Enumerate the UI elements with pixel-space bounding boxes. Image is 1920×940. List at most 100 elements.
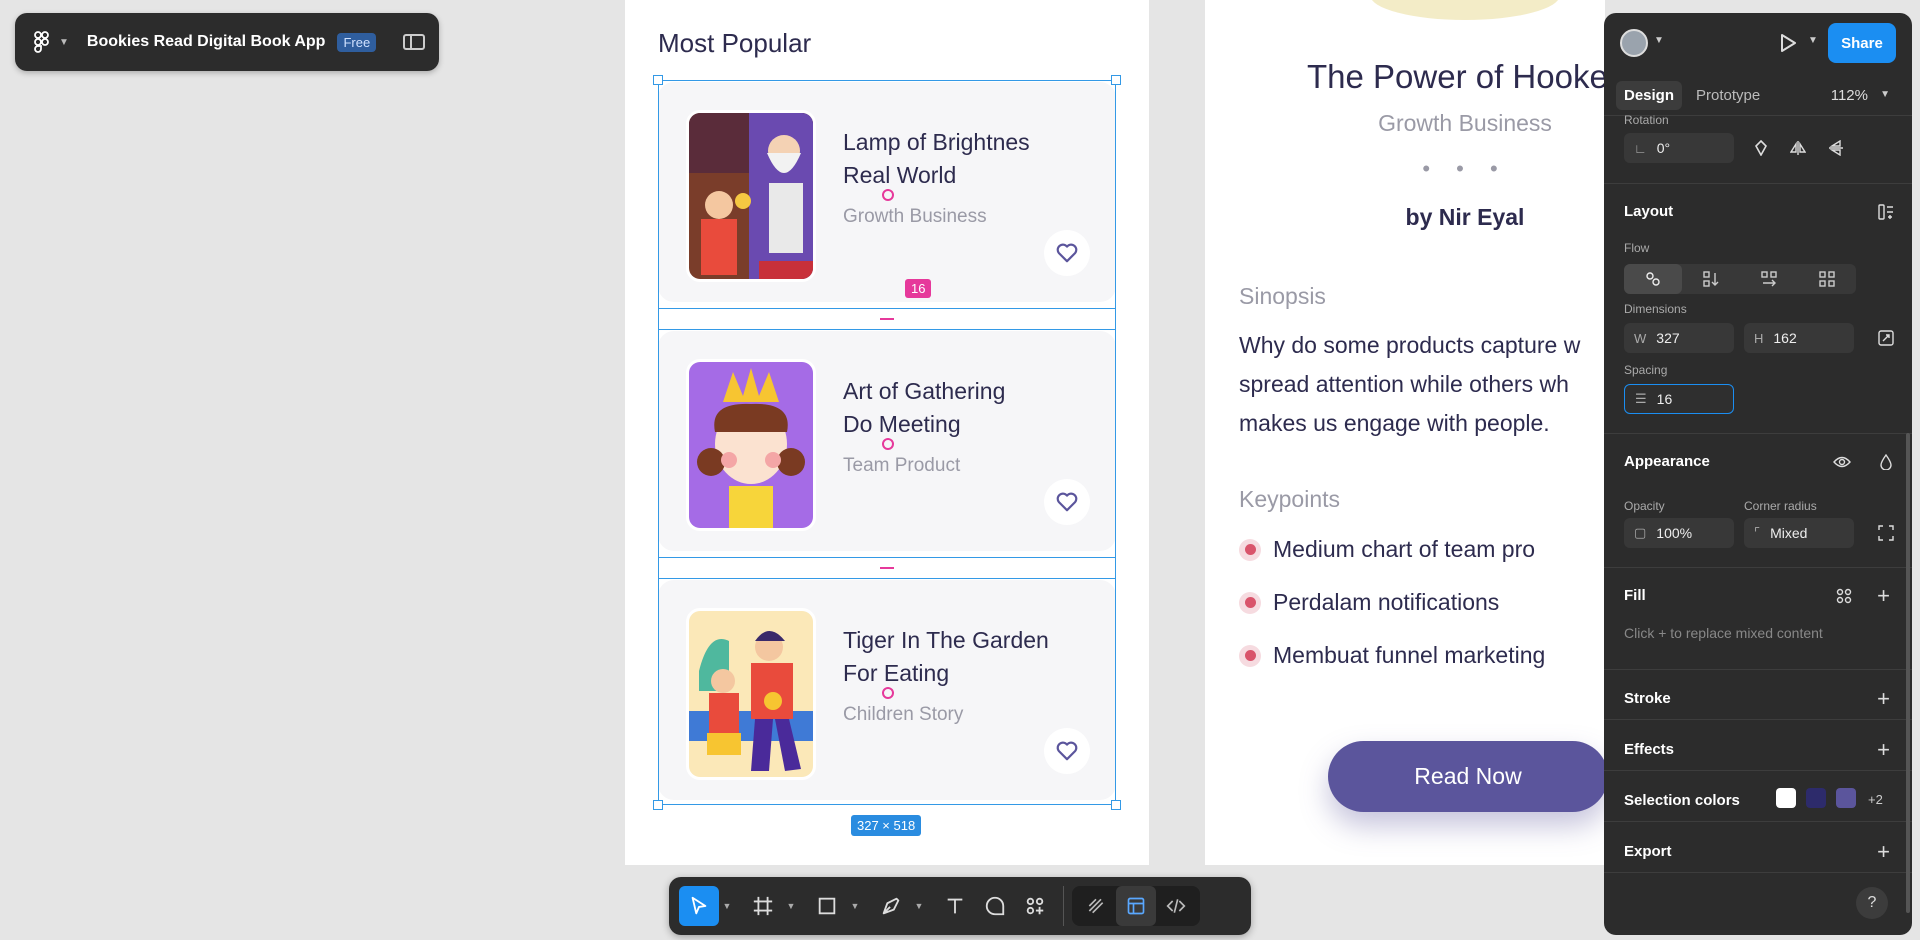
- chevron-down-icon[interactable]: ▼: [911, 901, 927, 911]
- text-tool-icon[interactable]: [935, 886, 975, 926]
- visibility-eye-icon[interactable]: [1828, 448, 1856, 476]
- stroke-header: Stroke: [1624, 690, 1671, 707]
- tab-prototype[interactable]: Prototype: [1688, 81, 1768, 110]
- flow-grid-icon[interactable]: [1798, 264, 1856, 294]
- opacity-value: 100%: [1656, 525, 1693, 541]
- styles-grid-icon[interactable]: [1830, 582, 1858, 610]
- dev-mode-icon[interactable]: [1156, 886, 1196, 926]
- frame-tool-icon[interactable]: [743, 886, 783, 926]
- rotation-input[interactable]: ∟ 0°: [1624, 133, 1734, 163]
- rectangle-tool-icon[interactable]: [807, 886, 847, 926]
- resize-to-fit-icon[interactable]: [1872, 324, 1900, 352]
- design-mode-icon[interactable]: [1116, 886, 1156, 926]
- autolayout-anchor: [882, 687, 894, 699]
- corner-radius-label: Corner radius: [1744, 499, 1817, 513]
- chevron-down-icon[interactable]: ▼: [783, 901, 799, 911]
- comment-tool-icon[interactable]: [975, 886, 1015, 926]
- flow-vertical-icon[interactable]: [1682, 264, 1740, 294]
- help-button[interactable]: ?: [1856, 887, 1888, 919]
- fill-header: Fill: [1624, 587, 1646, 604]
- height-input[interactable]: H 162: [1744, 323, 1854, 353]
- divider: [1604, 183, 1912, 184]
- add-stroke-icon[interactable]: +: [1877, 688, 1890, 710]
- flow-horizontal-icon[interactable]: [1740, 264, 1798, 294]
- resize-handle[interactable]: [1111, 75, 1121, 85]
- opacity-icon: ▢: [1634, 525, 1647, 540]
- synopsis-line: Why do some products capture w: [1239, 332, 1581, 358]
- draw-mode-icon[interactable]: [1076, 886, 1116, 926]
- selection-color-swatch[interactable]: [1836, 788, 1856, 808]
- spacing-icon: ☰: [1635, 391, 1647, 406]
- actions-tool-icon[interactable]: [1015, 886, 1055, 926]
- chevron-down-icon[interactable]: ▼: [1880, 89, 1890, 100]
- panel-scrollbar[interactable]: [1906, 433, 1910, 913]
- spacing-input[interactable]: ☰ 16: [1624, 384, 1734, 414]
- appearance-header: Appearance: [1624, 453, 1710, 470]
- most-popular-frame[interactable]: Most Popular Lamp of Brightnes Real Worl…: [625, 0, 1149, 865]
- detail-subtitle: Growth Business: [1378, 110, 1552, 136]
- user-avatar[interactable]: [1620, 29, 1648, 57]
- chevron-down-icon[interactable]: ▼: [847, 901, 863, 911]
- spacing-marker[interactable]: [880, 318, 894, 320]
- spacing-badge: 16: [905, 279, 932, 298]
- book-title: Art of Gathering Do Meeting: [843, 375, 1063, 441]
- pen-tool-icon[interactable]: [871, 886, 911, 926]
- present-play-icon[interactable]: [1776, 31, 1800, 55]
- favorite-button[interactable]: [1044, 728, 1090, 774]
- width-prefix: W: [1634, 330, 1647, 346]
- tab-design[interactable]: Design: [1616, 80, 1683, 110]
- chevron-down-icon[interactable]: ▼: [719, 901, 735, 911]
- book-title-line: Do Meeting: [843, 411, 961, 437]
- book-genre: Children Story: [843, 704, 964, 725]
- keypoints-heading: Keypoints: [1239, 486, 1341, 512]
- file-bar: ▼ Bookies Read Digital Book App Free: [15, 13, 439, 71]
- corner-radius-input[interactable]: ⌜ Mixed: [1744, 518, 1854, 548]
- chevron-down-icon[interactable]: ▼: [1654, 35, 1664, 46]
- chevron-down-icon[interactable]: ▼: [1808, 35, 1818, 46]
- move-tool-icon[interactable]: [679, 886, 719, 926]
- divider: [1604, 669, 1912, 670]
- size-badge: 327 × 518: [851, 815, 922, 836]
- read-now-button[interactable]: Read Now: [1328, 741, 1605, 812]
- spacing-marker[interactable]: [880, 567, 894, 569]
- resize-handle[interactable]: [1111, 800, 1121, 810]
- figma-menu-icon[interactable]: [29, 29, 55, 55]
- divider: [1604, 821, 1912, 822]
- favorite-button[interactable]: [1044, 230, 1090, 276]
- selection-color-swatch[interactable]: [1776, 788, 1796, 808]
- opacity-input[interactable]: ▢ 100%: [1624, 518, 1734, 548]
- add-effect-icon[interactable]: +: [1877, 739, 1890, 761]
- flip-vertical-icon[interactable]: [1822, 134, 1850, 162]
- add-export-icon[interactable]: +: [1877, 841, 1890, 863]
- flow-freeform-icon[interactable]: [1624, 264, 1682, 294]
- share-button[interactable]: Share: [1828, 23, 1896, 63]
- resize-handle[interactable]: [653, 800, 663, 810]
- toolbar-divider: [1063, 886, 1064, 926]
- flip-horizontal-icon[interactable]: [1784, 134, 1812, 162]
- layout-grid-icon[interactable]: [1872, 198, 1900, 226]
- selection-color-swatch[interactable]: [1806, 788, 1826, 808]
- book-card[interactable]: Tiger In The Garden For Eating Children …: [658, 580, 1116, 800]
- chevron-down-icon[interactable]: ▼: [59, 37, 69, 48]
- corner-radius-value: Mixed: [1770, 525, 1808, 541]
- blend-mode-icon[interactable]: [1872, 448, 1900, 476]
- rotate-icon[interactable]: [1747, 134, 1775, 162]
- width-input[interactable]: W 327: [1624, 323, 1734, 353]
- selection-colors-more[interactable]: +2: [1868, 792, 1883, 807]
- book-card[interactable]: Lamp of Brightnes Real World Growth Busi…: [658, 82, 1116, 302]
- book-genre: Growth Business: [843, 206, 987, 227]
- divider: [1604, 770, 1912, 771]
- export-header: Export: [1624, 843, 1672, 860]
- favorite-button[interactable]: [1044, 479, 1090, 525]
- book-title: Lamp of Brightnes Real World: [843, 126, 1063, 192]
- sidebar-toggle-icon[interactable]: [403, 34, 425, 50]
- book-title-line: Tiger In The Garden: [843, 627, 1049, 653]
- add-fill-icon[interactable]: +: [1877, 585, 1890, 607]
- zoom-level[interactable]: 112%: [1831, 87, 1868, 104]
- file-name[interactable]: Bookies Read Digital Book App: [87, 33, 326, 51]
- independent-corners-icon[interactable]: [1872, 519, 1900, 547]
- heart-icon: [1056, 243, 1078, 263]
- resize-handle[interactable]: [653, 75, 663, 85]
- book-detail-frame[interactable]: The Power of Hooked Growth Business • • …: [1205, 0, 1605, 865]
- book-card[interactable]: Art of Gathering Do Meeting Team Product: [658, 331, 1116, 551]
